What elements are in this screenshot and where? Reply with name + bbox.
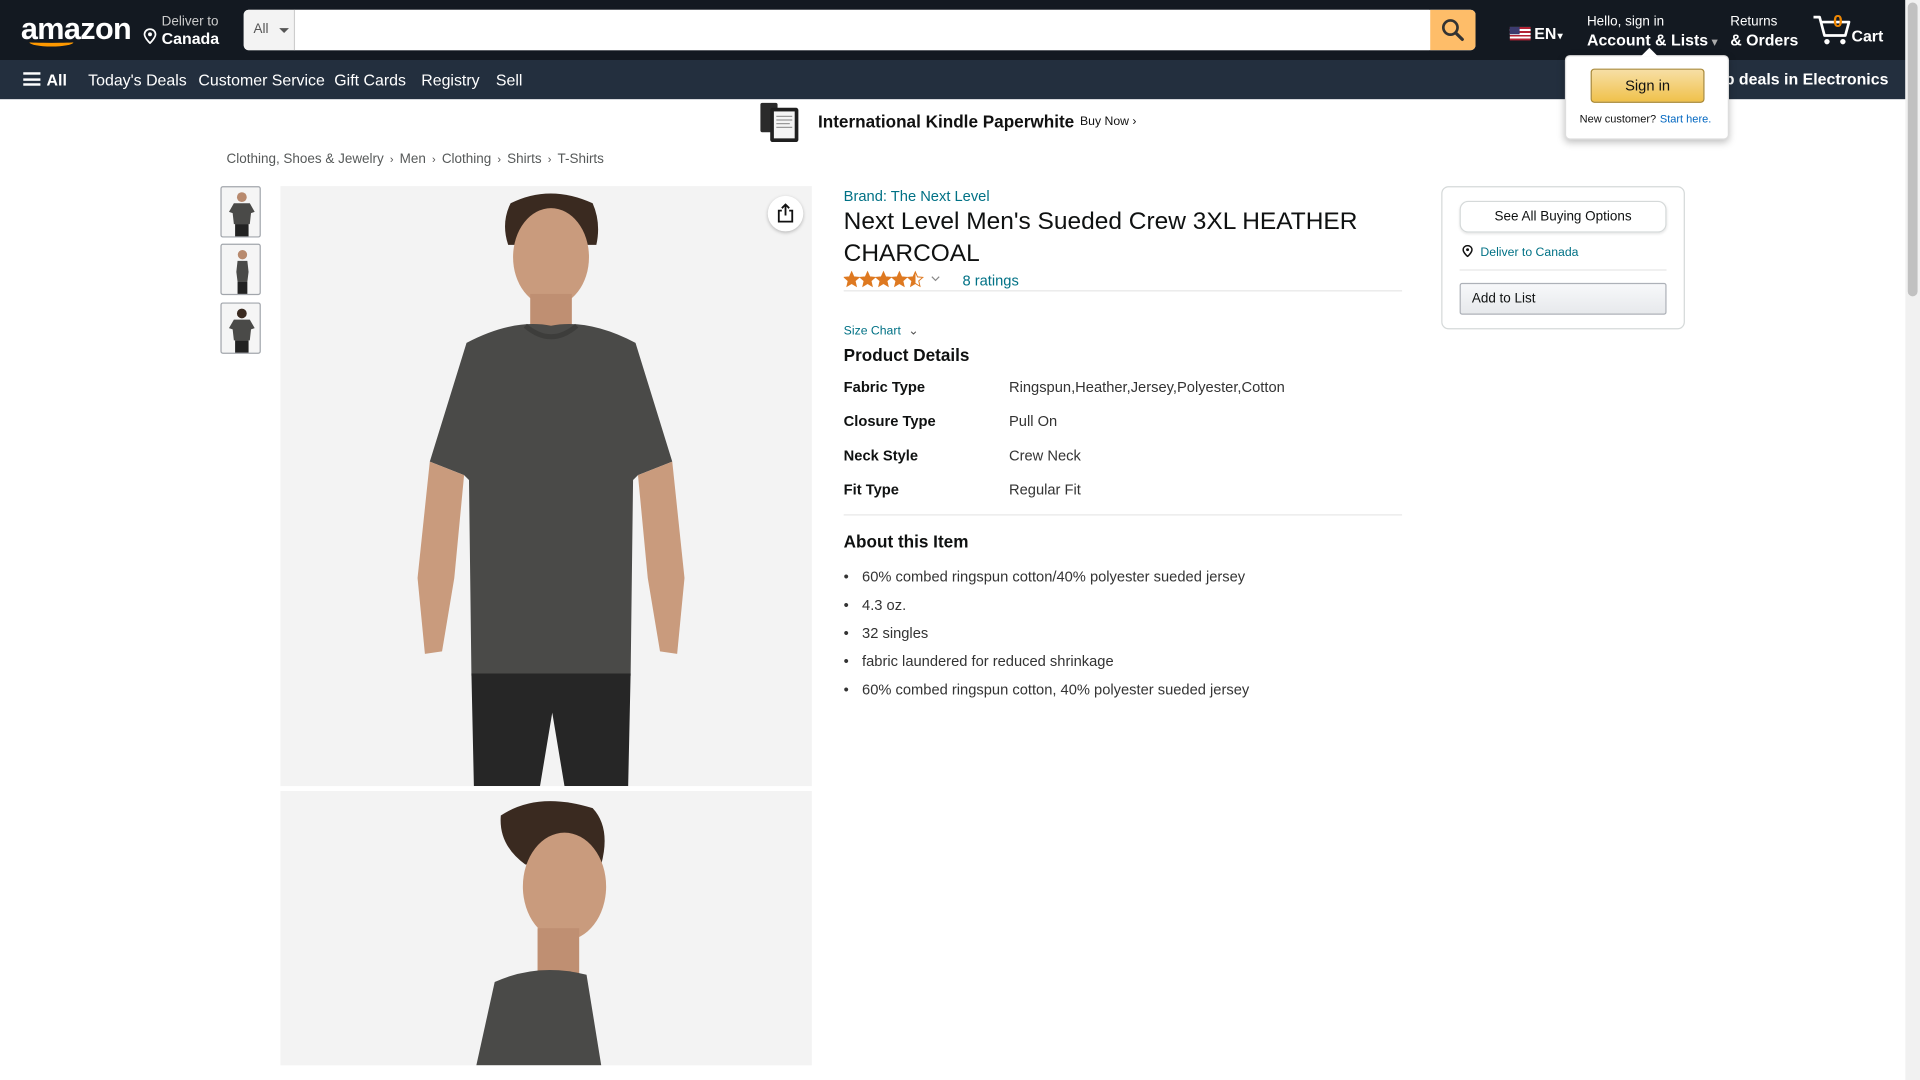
- us-flag-icon: [1509, 26, 1531, 41]
- deliver-to-location[interactable]: Deliver to Canada: [143, 15, 219, 49]
- breadcrumb-item[interactable]: T-Shirts: [558, 152, 604, 167]
- start-here-link[interactable]: Start here.: [1660, 113, 1711, 125]
- signin-flyout: Sign in New customer? Start here.: [1564, 47, 1729, 140]
- share-button[interactable]: [767, 195, 804, 232]
- star-rating-icon[interactable]: [843, 271, 942, 288]
- returns-label: Returns: [1730, 14, 1778, 30]
- divider: [843, 290, 1403, 292]
- share-icon: [777, 203, 794, 223]
- language-label: EN: [1534, 24, 1557, 43]
- about-bullet-text: 60% combed ringspun cotton, 40% polyeste…: [862, 680, 1250, 698]
- breadcrumb-item[interactable]: Shirts: [507, 152, 541, 167]
- thumbnail-front[interactable]: [220, 186, 261, 238]
- orders-label: & Orders: [1730, 30, 1799, 49]
- detail-key: Fit Type: [843, 481, 899, 499]
- ratings-count-link[interactable]: 8 ratings: [962, 272, 1018, 289]
- chevron-right-icon: ›: [547, 153, 552, 166]
- product-side-image[interactable]: [280, 791, 812, 1066]
- banner-title: International Kindle Paperwhite: [817, 111, 1075, 132]
- product-main-image[interactable]: [280, 186, 812, 787]
- model-wearing-tshirt-side-image: [476, 801, 607, 1066]
- brand-link[interactable]: Brand: The Next Level: [844, 187, 990, 204]
- see-all-buying-options-button[interactable]: See All Buying Options: [1459, 200, 1667, 233]
- top-nav-bar: amazon Deliver to Canada All EN▾ Hello, …: [0, 0, 1906, 61]
- add-to-list-button[interactable]: Add to List: [1459, 282, 1667, 315]
- chevron-right-icon: ›: [389, 153, 394, 166]
- chevron-right-icon: ›: [497, 153, 502, 166]
- chevron-right-icon: ›: [432, 153, 436, 166]
- deliver-to-label: Deliver to Canada: [1480, 246, 1579, 260]
- deliver-to-link[interactable]: Deliver to Canada: [1462, 244, 1579, 260]
- detail-key: Fabric Type: [843, 378, 926, 396]
- breadcrumb-item[interactable]: Clothing: [442, 152, 491, 167]
- kindle-device-icon: [760, 102, 799, 143]
- model-wearing-tshirt-front-image: [417, 193, 685, 787]
- hamburger-menu-icon: [23, 72, 41, 86]
- search-department-select[interactable]: All: [243, 9, 296, 51]
- nav-sell[interactable]: Sell: [496, 71, 523, 89]
- tshirt-front-thumbnail-image: [228, 192, 255, 237]
- chevron-down-icon: [279, 28, 289, 34]
- account-greeting: Hello, sign in: [1586, 14, 1665, 30]
- detail-value: Regular Fit: [1008, 481, 1081, 499]
- nav-gift-cards[interactable]: Gift Cards: [334, 71, 406, 89]
- size-chart-link[interactable]: Size Chart ⌄: [844, 324, 919, 337]
- buy-box: See All Buying Options Deliver to Canada…: [1441, 186, 1685, 330]
- chevron-down-icon: ▾: [1557, 30, 1563, 42]
- nav-customer-service[interactable]: Customer Service: [198, 71, 325, 89]
- location-pin-icon: [1462, 244, 1473, 258]
- cart-count: 0: [1833, 11, 1843, 31]
- search-icon: [1441, 19, 1464, 42]
- new-customer-label: New customer?: [1579, 112, 1657, 125]
- chevron-down-icon: [931, 276, 940, 282]
- thumbnail-back[interactable]: [220, 302, 261, 354]
- banner-buy-now[interactable]: Buy Now ›: [1080, 115, 1136, 128]
- about-bullet-text: 32 singles: [862, 624, 929, 642]
- about-bullet-text: 4.3 oz.: [862, 596, 907, 614]
- detail-value: Crew Neck: [1008, 446, 1081, 465]
- amazon-logo-smile: [29, 38, 74, 47]
- new-customer-text: New customer? Start here.: [1580, 113, 1712, 125]
- divider: [843, 514, 1403, 516]
- cart-button[interactable]: 0 Cart: [1812, 10, 1885, 49]
- breadcrumb-item[interactable]: Men: [400, 152, 426, 167]
- tshirt-back-thumbnail-image: [228, 308, 255, 353]
- about-bullet-text: 60% combed ringspun cotton/40% polyester…: [862, 568, 1246, 586]
- product-details-heading: Product Details: [843, 345, 970, 365]
- account-label: Account & Lists: [1586, 30, 1709, 49]
- search-input[interactable]: [295, 9, 1429, 51]
- breadcrumb-item[interactable]: Clothing, Shoes & Jewelry: [227, 152, 384, 167]
- detail-value: Pull On: [1008, 412, 1058, 430]
- nav-todays-deals[interactable]: Today's Deals: [88, 71, 187, 89]
- about-bullet-text: fabric laundered for reduced shrinkage: [862, 652, 1114, 670]
- detail-key: Neck Style: [843, 446, 919, 465]
- divider: [1459, 269, 1667, 271]
- all-menu-label: All: [46, 71, 67, 90]
- language-selector[interactable]: EN▾: [1509, 24, 1563, 43]
- page-scrollbar[interactable]: [1905, 0, 1920, 1080]
- chevron-down-icon: ⌄: [908, 324, 919, 338]
- about-item-heading: About this Item: [843, 531, 969, 552]
- chevron-down-icon: ▾: [1711, 35, 1718, 48]
- signin-button[interactable]: Sign in: [1590, 68, 1705, 103]
- size-chart-label: Size Chart: [843, 324, 901, 338]
- scrollbar-thumb[interactable]: [1907, 2, 1918, 297]
- search-bar: All: [243, 9, 1476, 51]
- cart-icon: [1813, 15, 1851, 45]
- search-department-label: All: [253, 22, 269, 37]
- thumbnail-side[interactable]: [220, 243, 261, 296]
- breadcrumb: Clothing, Shoes & Jewelry › Men › Clothing › S…: [227, 152, 604, 167]
- location-pin-icon: [143, 28, 157, 45]
- nav-registry[interactable]: Registry: [421, 71, 479, 89]
- search-button[interactable]: [1430, 9, 1476, 51]
- product-title: Next Level Men's Sueded Crew 3XL HEATHER…: [843, 208, 1358, 267]
- detail-value: Ringspun,Heather,Jersey,Polyester,Cotton: [1008, 378, 1285, 396]
- tshirt-side-thumbnail-image: [236, 250, 249, 294]
- cart-label: Cart: [1851, 26, 1884, 46]
- detail-key: Closure Type: [843, 412, 936, 430]
- returns-and-orders[interactable]: Returns & Orders: [1730, 15, 1798, 51]
